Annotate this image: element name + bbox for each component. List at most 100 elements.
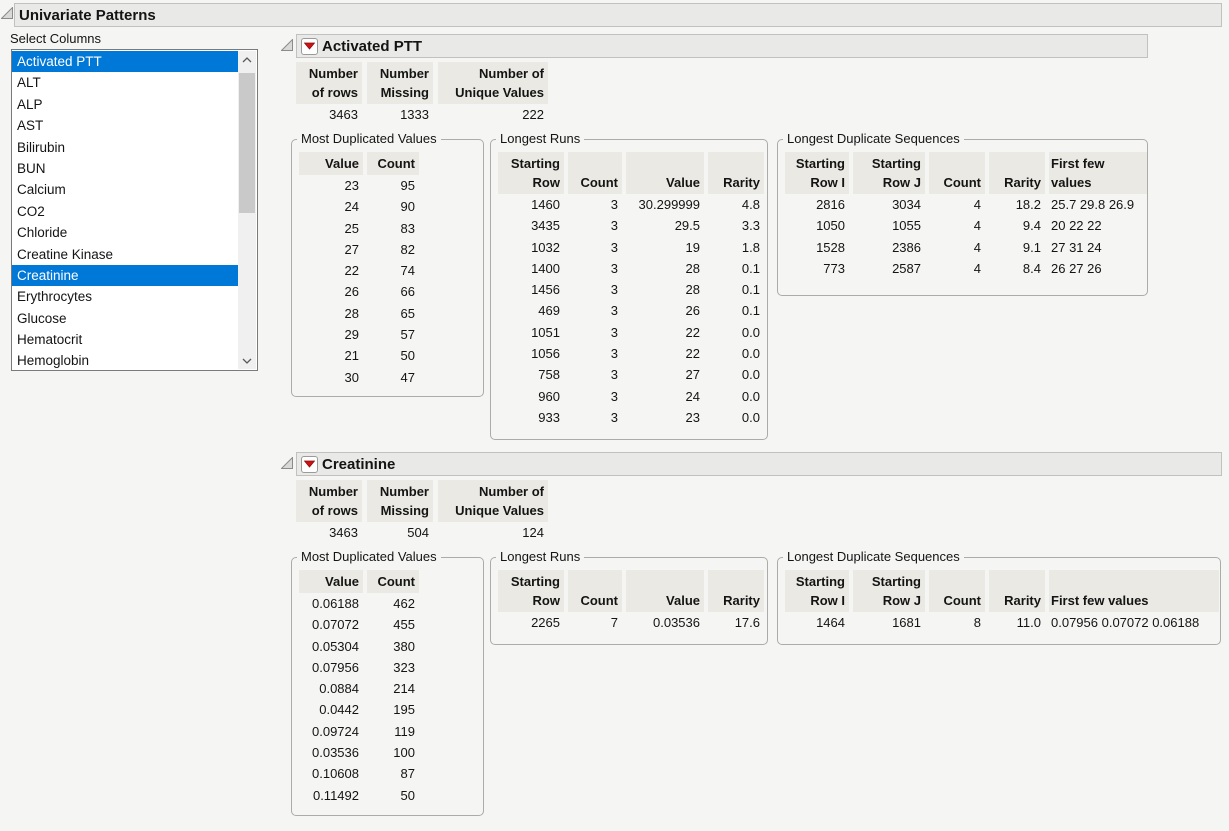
table-cell: 3463: [296, 104, 362, 125]
summary-table: Number of rows Number Missing Number of …: [296, 62, 548, 125]
table-cell: 82: [367, 239, 419, 260]
panel-title: Longest Duplicate Sequences: [783, 549, 964, 564]
table-cell: 24: [299, 196, 363, 217]
section-title-bar[interactable]: Activated PTT: [296, 34, 1148, 58]
longest-runs-table: Starting Row Count Value Rarity 1460330.…: [498, 152, 767, 428]
table-cell: 1333: [367, 104, 433, 125]
col-header: Count: [367, 152, 419, 175]
table-cell: 1055: [853, 215, 925, 236]
table-cell: 29: [299, 324, 363, 345]
col-header: Starting Row: [498, 570, 564, 612]
table-cell: 9.4: [989, 215, 1045, 236]
table-cell: 28: [626, 258, 704, 279]
table-cell: 3.3: [708, 215, 764, 236]
col-header: Count: [568, 570, 622, 612]
table-cell: 100: [367, 742, 419, 763]
table-cell: 758: [498, 364, 564, 385]
table-cell: 26 27 26: [1049, 258, 1147, 279]
table-cell: 4: [929, 215, 985, 236]
red-triangle-menu-icon[interactable]: [301, 456, 318, 473]
table-cell: 0.0: [708, 343, 764, 364]
table-cell: 3: [568, 364, 622, 385]
table-cell: 773: [785, 258, 849, 279]
table-cell: 3: [568, 215, 622, 236]
table-cell: 26: [626, 300, 704, 321]
disclosure-triangle-icon[interactable]: [1, 7, 13, 19]
col-header: Value: [299, 570, 363, 593]
table-cell: 95: [367, 175, 419, 196]
table-cell: 2386: [853, 237, 925, 258]
col-header: Rarity: [708, 570, 764, 612]
table-cell: 3463: [296, 522, 362, 543]
table-cell: 3435: [498, 215, 564, 236]
table-cell: 29.5: [626, 215, 704, 236]
table-cell: 0.10608: [299, 763, 363, 784]
table-cell: 1681: [853, 612, 925, 633]
table-cell: 0.0884: [299, 678, 363, 699]
table-cell: 3: [568, 343, 622, 364]
table-cell: 0.0: [708, 407, 764, 428]
report-title-bar[interactable]: Univariate Patterns: [14, 3, 1222, 27]
table-cell: 57: [367, 324, 419, 345]
col-header: Value: [626, 152, 704, 194]
table-cell: 1400: [498, 258, 564, 279]
col-header: Starting Row J: [853, 570, 925, 612]
disclosure-triangle-icon[interactable]: [281, 457, 293, 469]
longest-runs-panel: Longest Runs Starting Row Count Value Ra…: [490, 557, 768, 645]
red-triangle-menu-icon[interactable]: [301, 38, 318, 55]
table-cell: 933: [498, 407, 564, 428]
section-activated-ptt: Activated PTT Number of rows Number Miss…: [0, 34, 1229, 446]
table-cell: 0.09724: [299, 721, 363, 742]
col-header: Number Missing: [367, 480, 433, 522]
col-header: Starting Row I: [785, 152, 849, 194]
col-header: First few values: [1049, 570, 1219, 612]
table-cell: 24: [626, 386, 704, 407]
table-cell: 0.06188: [299, 593, 363, 614]
section-title: Activated PTT: [322, 38, 422, 55]
table-cell: 8.4: [989, 258, 1045, 279]
table-cell: 2816: [785, 194, 849, 215]
table-cell: 74: [367, 260, 419, 281]
table-cell: 1051: [498, 322, 564, 343]
table-cell: 1528: [785, 237, 849, 258]
table-cell: 66: [367, 281, 419, 302]
section-title-bar[interactable]: Creatinine: [296, 452, 1222, 476]
table-cell: 0.1: [708, 279, 764, 300]
table-cell: 119: [367, 721, 419, 742]
table-cell: 17.6: [708, 612, 764, 633]
table-cell: 0.1: [708, 258, 764, 279]
table-cell: 1056: [498, 343, 564, 364]
table-cell: 469: [498, 300, 564, 321]
table-cell: 3: [568, 237, 622, 258]
table-cell: 27 31 24: [1049, 237, 1147, 258]
table-cell: 7: [568, 612, 622, 633]
col-header: Number of Unique Values: [438, 62, 548, 104]
table-cell: 26: [299, 281, 363, 302]
table-cell: 0.07956: [299, 657, 363, 678]
table-cell: 3: [568, 300, 622, 321]
table-cell: 1460: [498, 194, 564, 215]
col-header: Number of rows: [296, 62, 362, 104]
table-cell: 124: [438, 522, 548, 543]
table-cell: 3: [568, 194, 622, 215]
page-title: Univariate Patterns: [19, 7, 156, 24]
table-cell: 3: [568, 258, 622, 279]
table-cell: 47: [367, 367, 419, 388]
section-title: Creatinine: [322, 456, 395, 473]
col-header: Starting Row: [498, 152, 564, 194]
table-cell: 1.8: [708, 237, 764, 258]
panel-title: Longest Runs: [496, 131, 584, 146]
table-cell: 0.07956 0.07072 0.06188: [1049, 612, 1219, 633]
table-cell: 21: [299, 345, 363, 366]
table-cell: 1032: [498, 237, 564, 258]
table-cell: 11.0: [989, 612, 1045, 633]
col-header: Starting Row J: [853, 152, 925, 194]
table-cell: 30.299999: [626, 194, 704, 215]
col-header: Rarity: [989, 570, 1045, 612]
most-duplicated-values-panel: Most Duplicated Values Value Count 0.061…: [291, 557, 484, 816]
disclosure-triangle-icon[interactable]: [281, 39, 293, 51]
table-cell: 50: [367, 785, 419, 806]
table-cell: 0.0: [708, 386, 764, 407]
table-cell: 1456: [498, 279, 564, 300]
col-header: Number of rows: [296, 480, 362, 522]
